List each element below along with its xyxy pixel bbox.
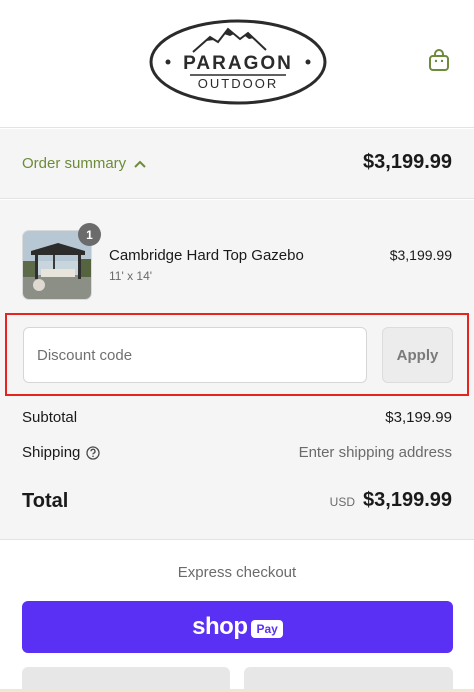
total-value: $3,199.99: [363, 489, 452, 511]
shop-pay-wordmark: shop: [192, 613, 248, 640]
shopping-bag-icon[interactable]: [428, 48, 450, 72]
product-variant: 11' x 14': [109, 269, 153, 283]
product-name: Cambridge Hard Top Gazebo: [109, 247, 304, 264]
help-circle-icon[interactable]: [86, 445, 101, 460]
paragon-outdoor-logo[interactable]: PARAGON OUTDOOR: [148, 15, 328, 105]
shop-pay-pill: Pay: [251, 619, 283, 638]
order-summary-label: Order summary: [22, 155, 127, 172]
header: PARAGON OUTDOOR: [0, 0, 474, 128]
order-summary-toggle[interactable]: Order summary $3,199.99: [0, 129, 474, 199]
shop-pay-button[interactable]: shop Pay: [22, 601, 453, 653]
express-checkout-title: Express checkout: [177, 564, 297, 581]
product-price: $3,199.99: [389, 247, 452, 263]
total-value-group: USD $3,199.99: [330, 489, 452, 512]
currency-code: USD: [329, 495, 356, 509]
brand-name: PARAGON: [183, 53, 293, 74]
line-item: 1 Cambridge Hard Top Gazebo 11' x 14' $3…: [22, 223, 452, 302]
apply-discount-button[interactable]: Apply: [382, 327, 453, 383]
subtotal-label: Subtotal: [22, 409, 78, 426]
discount-code-input[interactable]: [23, 327, 367, 383]
shipping-label-group: Shipping: [22, 444, 101, 461]
shipping-label: Shipping: [22, 444, 81, 461]
order-summary-label-group: Order summary: [22, 155, 146, 172]
shipping-value: Enter shipping address: [298, 444, 452, 461]
order-summary-panel: 1 Cambridge Hard Top Gazebo 11' x 14' $3…: [0, 200, 474, 540]
order-summary-total: $3,199.99: [363, 151, 452, 173]
subtotal-value: $3,199.99: [385, 409, 452, 426]
total-label: Total: [22, 490, 69, 512]
chevron-up-icon: [134, 160, 146, 168]
quantity-badge: 1: [78, 223, 101, 246]
brand-sub: OUTDOOR: [198, 76, 278, 91]
